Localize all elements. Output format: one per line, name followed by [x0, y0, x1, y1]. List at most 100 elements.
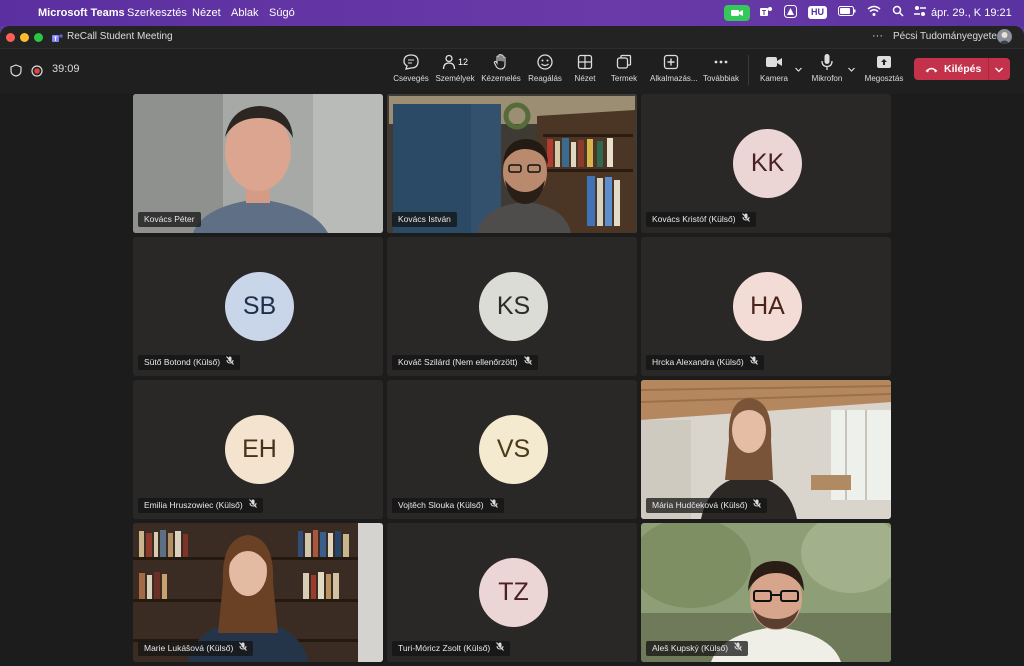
more-options-button[interactable]: ···: [872, 30, 883, 42]
mic-off-icon: [226, 355, 234, 370]
people-count: 12: [457, 57, 468, 67]
battery-icon[interactable]: [838, 5, 856, 21]
warning-icon[interactable]: [784, 5, 797, 21]
more-button[interactable]: Továbbiak: [700, 53, 742, 83]
participant-name: Kovács Kristóf (Külső): [652, 214, 736, 224]
leave-button[interactable]: Kilépés: [914, 58, 1010, 80]
leave-divider: [988, 58, 989, 80]
participant-name-tag: Kovács István: [392, 212, 457, 227]
participant-tile[interactable]: TZ Turi-Móricz Zsolt (Külső): [387, 523, 637, 662]
participant-name: Turi-Móricz Zsolt (Külső): [398, 643, 491, 653]
react-button[interactable]: Reagálás: [524, 53, 566, 83]
teams-status-icon[interactable]: T: [759, 5, 773, 21]
menu-window[interactable]: Ablak: [231, 7, 259, 19]
participant-name: Mária Hudčeková (Külső): [652, 500, 748, 510]
participant-tile[interactable]: SB Sütő Botond (Külső): [133, 237, 383, 376]
clock-datetime[interactable]: ápr. 29., K 19:21: [931, 5, 1012, 21]
mic-button[interactable]: Mikrofon: [806, 53, 848, 83]
participant-tile[interactable]: Aleš Kupský (Külső): [641, 523, 891, 662]
mic-off-icon: [734, 641, 742, 656]
participant-name-tag: Kovács Kristóf (Külső): [646, 212, 756, 227]
camera-in-use-icon[interactable]: [724, 5, 750, 21]
participants-grid: Kovács Péter Kovács István KK Kovács Kri…: [0, 94, 1024, 666]
participant-name-tag: Mária Hudčeková (Külső): [646, 498, 768, 513]
mic-off-icon: [239, 641, 248, 656]
wifi-icon[interactable]: [867, 5, 881, 21]
participant-name-tag: Kovács Péter: [138, 212, 201, 227]
mic-off-icon: [489, 498, 498, 513]
participant-tile[interactable]: VS Vojtěch Slouka (Külső): [387, 380, 637, 519]
participant-name: Sütő Botond (Külső): [144, 357, 221, 367]
app-menu[interactable]: Microsoft Teams: [38, 7, 125, 19]
meeting-timer: 39:09: [52, 63, 80, 75]
participant-name-tag: Sütő Botond (Külső): [138, 355, 241, 370]
mic-label: Mikrofon: [811, 74, 843, 83]
participant-name: Kováč Szilárd (Nem ellenőrzött): [398, 357, 518, 367]
mic-off-icon: [523, 355, 532, 370]
spotlight-search-icon[interactable]: [892, 5, 904, 21]
chat-button[interactable]: Csevegés: [390, 53, 432, 83]
participant-name-tag: Vojtěch Slouka (Külső): [392, 498, 504, 513]
rooms-button[interactable]: Termek: [603, 53, 645, 83]
apps-button[interactable]: Alkalmazás...: [650, 53, 698, 83]
share-label: Megosztás: [864, 74, 904, 83]
rooms-label: Termek: [610, 74, 638, 83]
recording-icon[interactable]: [31, 64, 43, 82]
more-label: Továbbiak: [702, 74, 740, 83]
zoom-window-button[interactable]: [34, 33, 43, 42]
rooms-icon: [603, 53, 645, 71]
close-window-button[interactable]: [6, 33, 15, 42]
participant-initials-avatar: KS: [479, 272, 548, 341]
participant-name: Marie Lukášová (Külső): [144, 643, 234, 653]
participant-name-tag: Hrcka Alexandra (Külső): [646, 355, 764, 370]
organization-name[interactable]: Pécsi Tudományegyetem: [893, 31, 1005, 42]
people-button[interactable]: 12 Személyek: [434, 53, 476, 83]
participant-name: Kovács István: [398, 214, 451, 224]
mic-off-icon: [248, 498, 257, 513]
share-button[interactable]: Megosztás: [863, 53, 905, 83]
mic-off-icon: [496, 641, 505, 656]
leave-options-chevron-icon[interactable]: [994, 65, 1004, 77]
control-center-icon[interactable]: [913, 5, 927, 21]
participant-name: Hrcka Alexandra (Külső): [652, 357, 744, 367]
raise-hand-button[interactable]: Kézemelés: [480, 53, 522, 83]
mic-off-icon: [741, 212, 750, 227]
participant-name: Vojtěch Slouka (Külső): [398, 500, 484, 510]
mic-off-icon: [753, 498, 762, 513]
raise-hand-label: Kézemelés: [481, 74, 521, 83]
camera-button[interactable]: Kamera: [753, 53, 795, 83]
people-icon: 12: [434, 53, 476, 71]
shield-icon[interactable]: [10, 64, 22, 82]
svg-text:T: T: [762, 10, 767, 17]
hang-up-icon: [925, 65, 938, 77]
participant-name-tag: Kováč Szilárd (Nem ellenőrzött): [392, 355, 538, 370]
smile-icon: [524, 53, 566, 71]
svg-text:T: T: [54, 37, 58, 43]
menu-view[interactable]: Nézet: [192, 7, 221, 19]
input-language-badge[interactable]: HU: [808, 6, 827, 19]
participant-initials-avatar: EH: [225, 415, 294, 484]
participant-tile[interactable]: Kovács Péter: [133, 94, 383, 233]
avatar[interactable]: [997, 29, 1012, 44]
mic-off-icon: [749, 355, 758, 370]
leave-label: Kilépés: [944, 63, 982, 75]
participant-tile[interactable]: Marie Lukášová (Külső): [133, 523, 383, 662]
participant-initials-avatar: TZ: [479, 558, 548, 627]
participant-tile-active-speaker[interactable]: Kovács István: [387, 94, 637, 233]
participant-tile[interactable]: Mária Hudčeková (Külső): [641, 380, 891, 519]
minimize-window-button[interactable]: [20, 33, 29, 42]
mic-icon: [806, 53, 848, 71]
menu-help[interactable]: Súgó: [269, 7, 295, 19]
view-button[interactable]: Nézet: [564, 53, 606, 83]
camera-options-chevron-icon[interactable]: [794, 61, 803, 79]
participant-tile[interactable]: KK Kovács Kristóf (Külső): [641, 94, 891, 233]
people-label: Személyek: [435, 74, 475, 83]
participant-tile[interactable]: HA Hrcka Alexandra (Külső): [641, 237, 891, 376]
menu-edit[interactable]: Szerkesztés: [127, 7, 187, 19]
mic-options-chevron-icon[interactable]: [847, 61, 856, 79]
participant-initials-avatar: HA: [733, 272, 802, 341]
participant-tile[interactable]: EH Emilia Hruszowiec (Külső): [133, 380, 383, 519]
participant-name: Kovács Péter: [144, 214, 195, 224]
toolbar-divider: [748, 55, 749, 85]
participant-tile[interactable]: KS Kováč Szilárd (Nem ellenőrzött): [387, 237, 637, 376]
